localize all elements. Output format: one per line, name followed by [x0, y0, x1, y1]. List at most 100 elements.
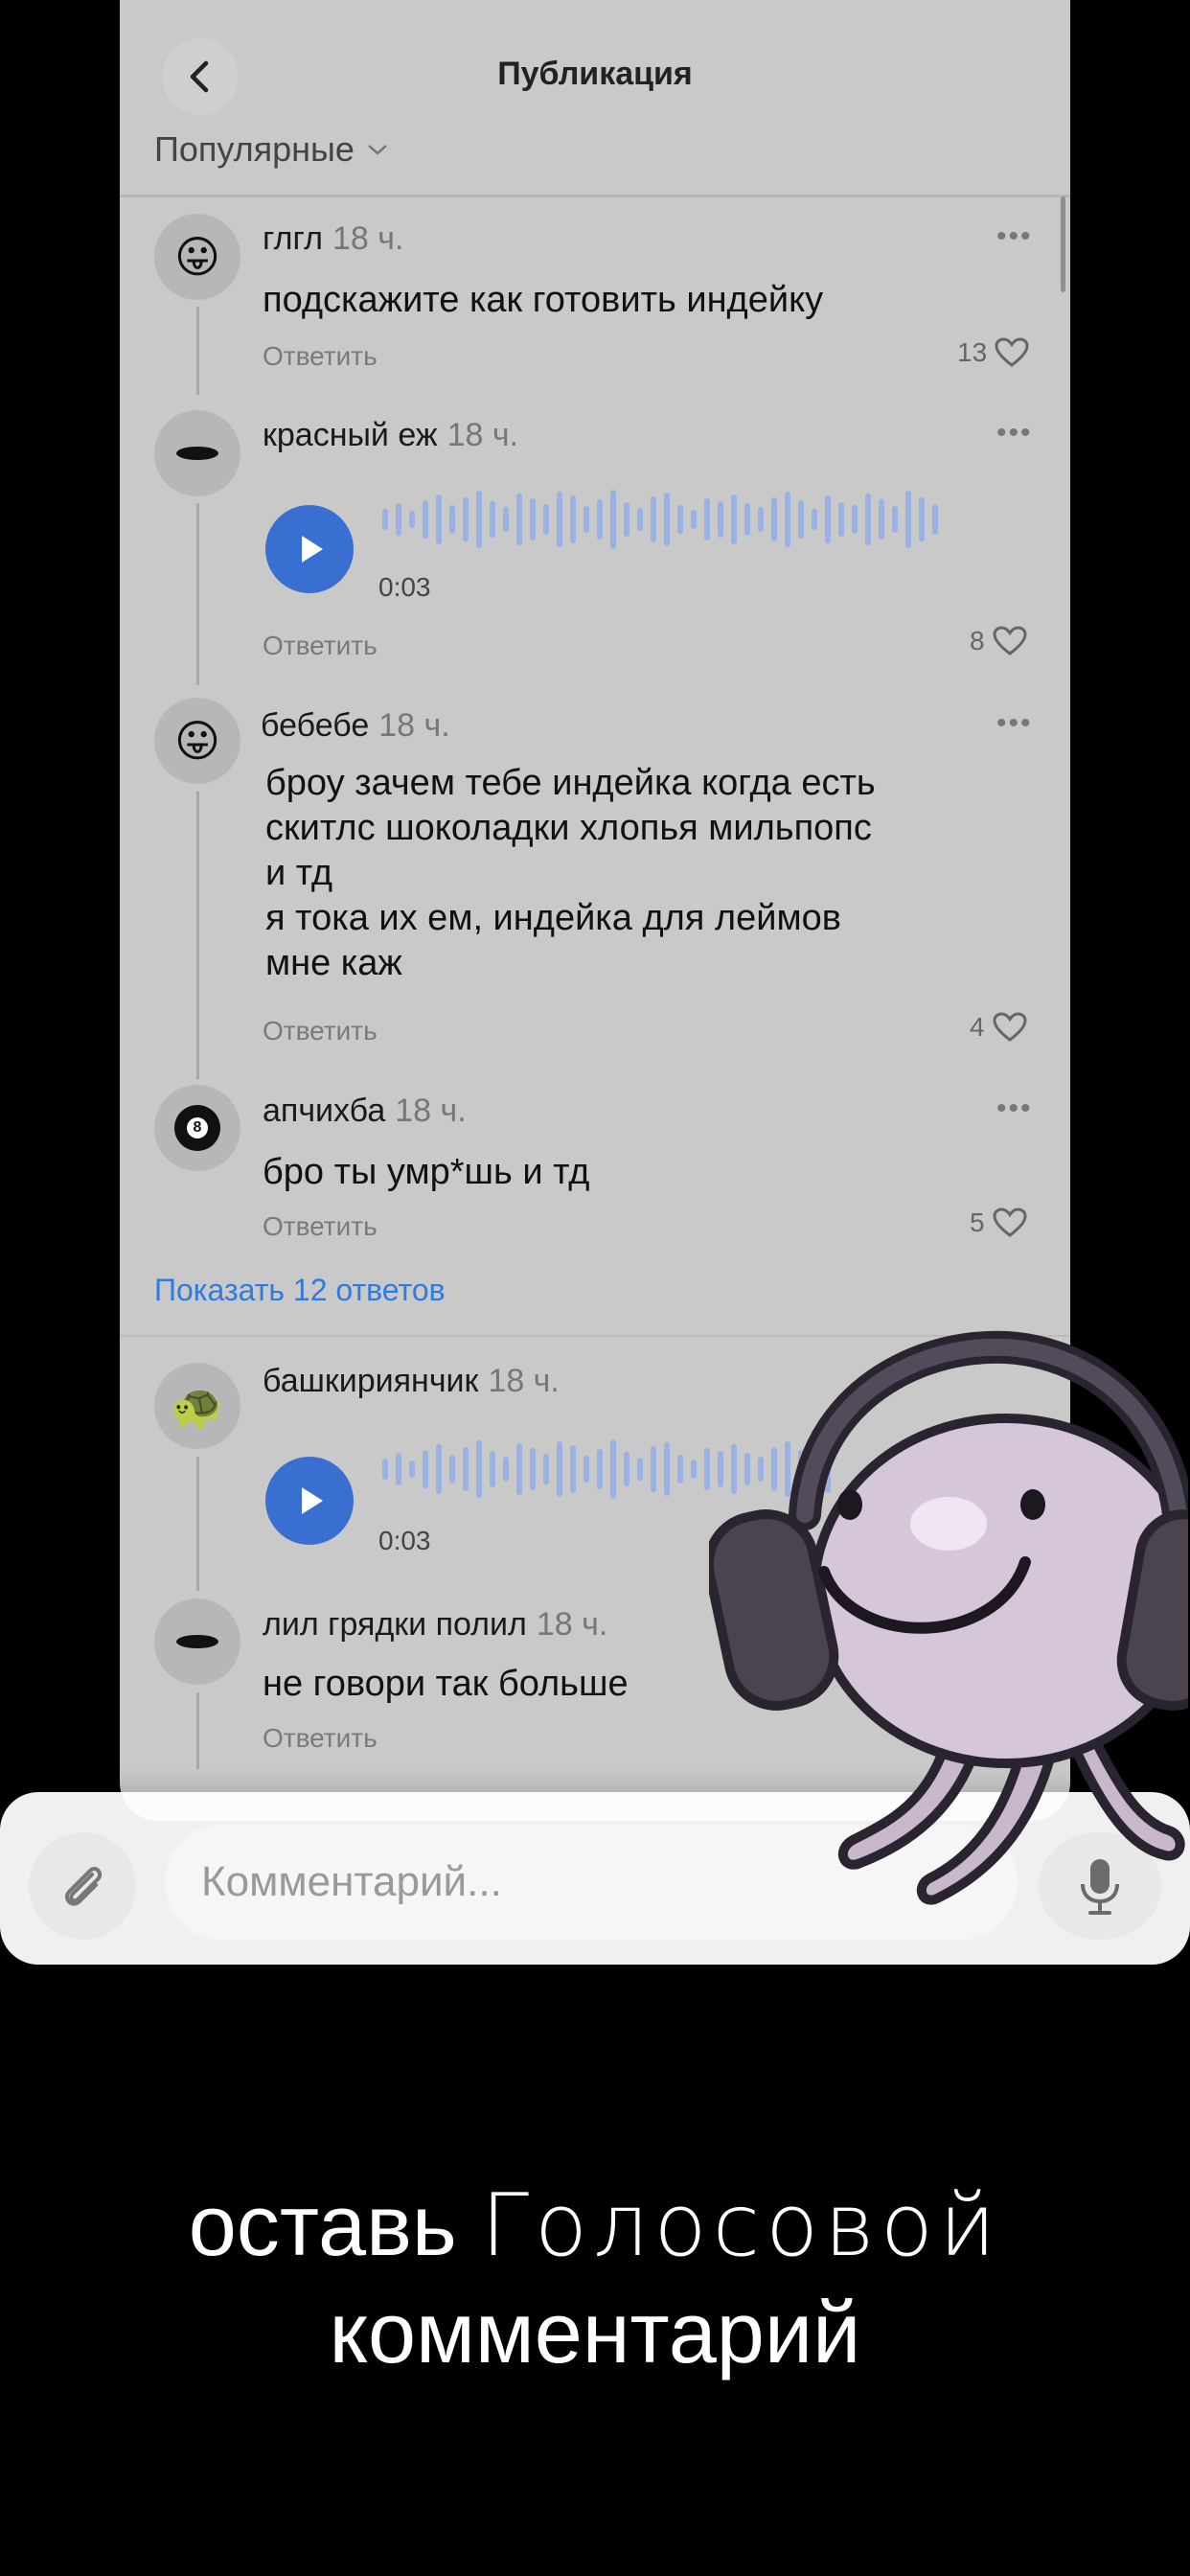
heart-icon — [993, 1208, 1027, 1237]
waveform-bar — [557, 1441, 562, 1497]
waveform-bar — [503, 507, 509, 532]
waveform-bar — [905, 491, 911, 548]
waveform-bar — [476, 1440, 482, 1498]
waveform-bar — [570, 1445, 576, 1493]
reply-button[interactable]: Ответить — [263, 1016, 378, 1046]
waveform-bar — [892, 506, 898, 533]
waveform-bar — [436, 1444, 442, 1494]
waveform-bar — [409, 1460, 415, 1478]
avatar[interactable]: 😛 — [154, 698, 240, 784]
heart-icon — [993, 1012, 1027, 1042]
waveform-bar — [597, 1449, 603, 1489]
comment-author[interactable]: красный еж 18 ч. — [263, 417, 518, 454]
play-icon — [302, 536, 323, 563]
like-button[interactable]: 5 — [970, 1208, 1027, 1238]
comment-author[interactable]: бебебе 18 ч. — [261, 707, 450, 745]
waveform-bar — [423, 1450, 428, 1488]
waveform-bar — [691, 510, 697, 529]
avatar[interactable] — [154, 1598, 240, 1685]
headphones-mascot-illustration — [709, 1330, 1188, 1905]
avatar[interactable]: 🐢 — [154, 1363, 240, 1449]
comment-text: бро ты умр*шь и тд — [263, 1152, 590, 1192]
comment-text: подскажите как готовить индейку — [263, 280, 824, 320]
waveform-bar — [382, 1459, 388, 1480]
scrollbar[interactable] — [1061, 196, 1065, 292]
show-replies-link[interactable]: Показать 12 ответов — [154, 1273, 446, 1308]
waveform-bar — [704, 498, 710, 540]
waveform-bar — [584, 1456, 589, 1483]
waveform-bar — [852, 505, 858, 534]
more-options-icon[interactable]: ••• — [996, 1092, 1033, 1125]
more-options-icon[interactable]: ••• — [996, 220, 1033, 253]
voice-duration: 0:03 — [378, 1526, 431, 1555]
more-options-icon[interactable]: ••• — [996, 417, 1033, 449]
tongue-face-icon: 😛 — [174, 716, 220, 766]
waveform-bar — [919, 497, 925, 541]
waveform-bar — [543, 504, 549, 535]
waveform-bar — [825, 495, 831, 543]
waveform-bar — [463, 497, 469, 541]
dark-oval-icon — [176, 447, 218, 460]
comment-time: 18 ч. — [332, 220, 404, 257]
waveform-bar — [744, 503, 750, 536]
reply-button[interactable]: Ответить — [263, 1723, 378, 1754]
voice-waveform[interactable] — [378, 486, 1049, 553]
like-button[interactable]: 13 — [957, 337, 1029, 368]
waveform-bar — [664, 1442, 670, 1496]
like-count: 4 — [970, 1012, 985, 1042]
waveform-bar — [557, 492, 562, 547]
like-button[interactable]: 4 — [970, 1012, 1027, 1043]
waveform-bar — [785, 492, 790, 547]
waveform-bar — [490, 1451, 495, 1487]
comment-author[interactable]: башкириянчик 18 ч. — [263, 1363, 560, 1400]
sort-dropdown[interactable]: Популярные — [154, 129, 389, 170]
reply-button[interactable]: Ответить — [263, 1211, 378, 1242]
more-options-icon[interactable]: ••• — [996, 707, 1033, 740]
avatar[interactable]: 8 — [154, 1085, 240, 1171]
comment-author[interactable]: глгл 18 ч. — [263, 220, 403, 258]
waveform-bar — [637, 1458, 643, 1481]
waveform-bar — [396, 503, 401, 536]
comment-text: броу зачем тебе индейка когда есть скитл… — [265, 763, 876, 983]
avatar[interactable] — [154, 410, 240, 496]
heart-icon — [993, 626, 1027, 656]
avatar[interactable]: 😛 — [154, 214, 240, 300]
waveform-bar — [530, 498, 536, 540]
caption-word: оставь — [188, 2178, 457, 2274]
waveform-bar — [423, 500, 428, 539]
waveform-bar — [731, 494, 737, 544]
voice-play-button[interactable] — [265, 505, 354, 593]
like-count: 8 — [970, 626, 985, 656]
thread-line — [196, 503, 199, 685]
waveform-bar — [677, 1455, 683, 1484]
voice-play-button[interactable] — [265, 1457, 354, 1545]
thread-line — [196, 1692, 199, 1769]
waveform-bar — [530, 1448, 536, 1490]
sort-label: Популярные — [154, 129, 355, 169]
waveform-bar — [490, 501, 495, 538]
turtle-icon: 🐢 — [170, 1380, 225, 1431]
waveform-bar — [516, 1443, 522, 1495]
thread-line — [196, 1457, 199, 1591]
waveform-bar — [932, 504, 938, 535]
waveform-bar — [449, 505, 455, 534]
comment-author[interactable]: лил грядки полил 18 ч. — [263, 1606, 607, 1644]
waveform-bar — [758, 507, 764, 532]
waveform-bar — [449, 1455, 455, 1484]
comment-time: 18 ч. — [395, 1092, 467, 1129]
waveform-bar — [651, 1446, 656, 1492]
reply-button[interactable]: Ответить — [263, 631, 378, 661]
waveform-bar — [503, 1457, 509, 1482]
comment-author[interactable]: апчихба 18 ч. — [263, 1092, 467, 1130]
waveform-bar — [865, 494, 871, 545]
reply-button[interactable]: Ответить — [263, 341, 378, 372]
caption-handwritten-word: Голосовой — [480, 2175, 1002, 2276]
waveform-bar — [664, 493, 670, 546]
waveform-bar — [396, 1453, 401, 1485]
comment-time: 18 ч. — [536, 1606, 608, 1643]
waveform-bar — [691, 1460, 697, 1479]
attach-button[interactable] — [29, 1832, 136, 1940]
waveform-bar — [610, 1439, 616, 1499]
waveform-bar — [584, 506, 589, 533]
like-button[interactable]: 8 — [970, 626, 1027, 656]
